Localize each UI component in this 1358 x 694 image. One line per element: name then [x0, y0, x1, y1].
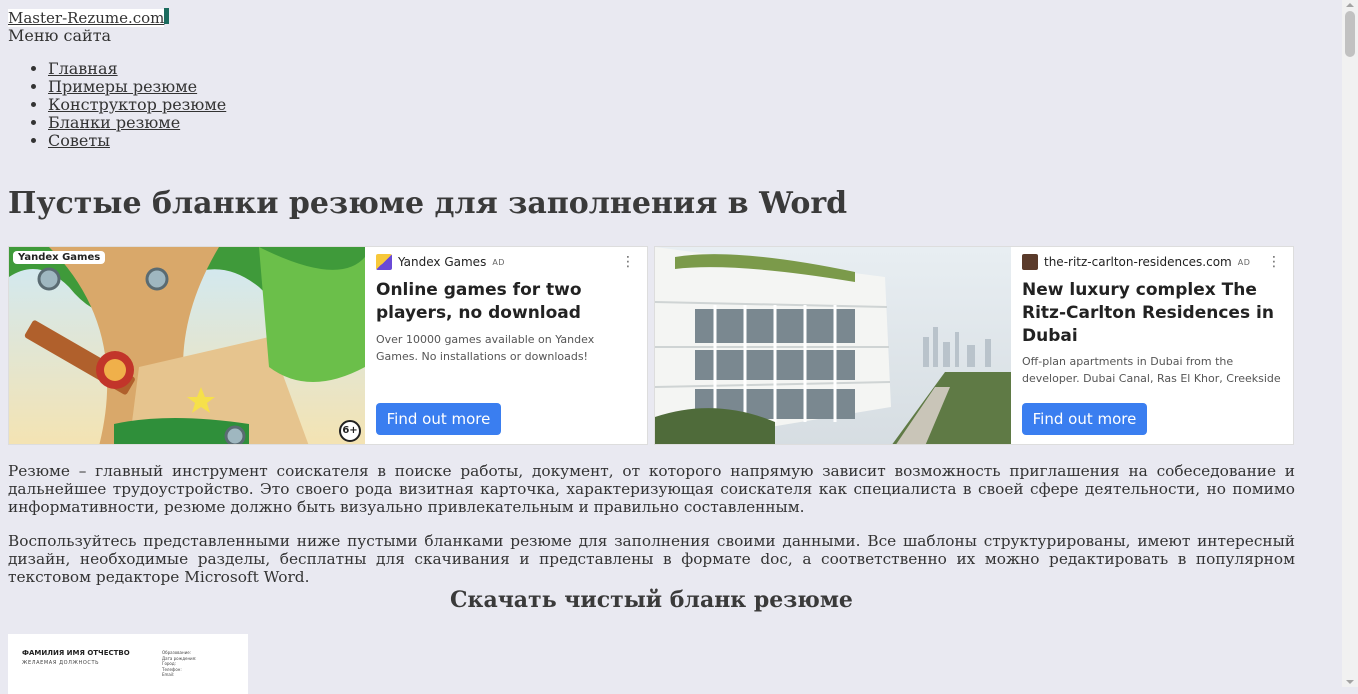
- intro-paragraph: Резюме – главный инструмент соискателя в…: [8, 462, 1295, 516]
- ad-label: AD: [1237, 257, 1251, 267]
- yandex-games-favicon-icon: [376, 254, 392, 270]
- find-out-more-button[interactable]: Find out more: [1022, 403, 1147, 435]
- ad-image-games[interactable]: Yandex Games 6+: [9, 247, 365, 444]
- ad-description: Over 10000 games available on Yandex Gam…: [376, 333, 595, 363]
- nav-item-examples: Примеры резюме: [48, 78, 226, 96]
- yandex-games-badge: Yandex Games: [13, 251, 106, 264]
- ad-headline[interactable]: New luxury complex The Ritz-Carlton Resi…: [1022, 279, 1282, 348]
- page-title: Пустые бланки резюме для заполнения в Wo…: [8, 186, 848, 221]
- find-out-more-button[interactable]: Find out more: [376, 403, 501, 435]
- nav-item-blanks: Бланки резюме: [48, 114, 226, 132]
- ad-source-name: the-ritz-carlton-residences.com: [1044, 255, 1232, 269]
- instructions-paragraph: Воспользуйтесь представленными ниже пуст…: [8, 532, 1295, 586]
- more-options-icon[interactable]: ⋮: [621, 255, 635, 269]
- nav-link-examples[interactable]: Примеры резюме: [48, 77, 197, 96]
- nav-link-builder[interactable]: Конструктор резюме: [48, 95, 226, 114]
- nav-item-tips: Советы: [48, 132, 226, 150]
- nav-item-builder: Конструктор резюме: [48, 96, 226, 114]
- ad-label: AD: [492, 257, 505, 267]
- site-logo-text[interactable]: Master-Rezume.com: [8, 9, 165, 27]
- main-nav: Главная Примеры резюме Конструктор резюм…: [48, 60, 226, 150]
- ad-headline[interactable]: Online games for two players, no downloa…: [376, 279, 636, 325]
- nav-link-tips[interactable]: Советы: [48, 131, 110, 150]
- scrollbar-thumb[interactable]: [1345, 11, 1355, 57]
- ad-source[interactable]: the-ritz-carlton-residences.com AD: [1022, 254, 1250, 270]
- page-scrollbar[interactable]: [1342, 0, 1358, 687]
- nav-item-home: Главная: [48, 60, 226, 78]
- preview-info: Образование: Дата рождения: Город: Телеф…: [162, 650, 196, 678]
- more-options-icon[interactable]: ⋮: [1267, 255, 1281, 269]
- preview-name: ФАМИЛИЯ ИМЯ ОТЧЕСТВО: [22, 649, 130, 657]
- ad-card-yandex-games[interactable]: Yandex Games 6+ Yandex Games AD ⋮ Online…: [8, 246, 648, 445]
- logo-mark-icon: [164, 8, 170, 24]
- ad-source-name: Yandex Games: [398, 255, 487, 269]
- nav-link-home[interactable]: Главная: [48, 59, 118, 78]
- ad-body: Yandex Games AD ⋮ Online games for two p…: [376, 247, 647, 444]
- age-rating-badge: 6+: [339, 420, 361, 442]
- ad-description: Off-plan apartments in Dubai from the de…: [1022, 355, 1281, 385]
- ad-source[interactable]: Yandex Games AD: [376, 254, 505, 270]
- preview-info-line: Email:: [162, 672, 175, 677]
- ritz-carlton-favicon-icon: [1022, 254, 1038, 270]
- ad-image-building[interactable]: [655, 247, 1011, 444]
- ad-body: the-ritz-carlton-residences.com AD ⋮ New…: [1022, 247, 1293, 444]
- section-heading: Скачать чистый бланк резюме: [450, 587, 853, 613]
- scroll-down-arrow-icon[interactable]: [1346, 680, 1354, 684]
- preview-position: ЖЕЛАЕМАЯ ДОЛЖНОСТЬ: [22, 660, 100, 666]
- menu-title: Меню сайта: [8, 26, 112, 45]
- nav-link-blanks[interactable]: Бланки резюме: [48, 113, 180, 132]
- ad-card-ritz-carlton[interactable]: the-ritz-carlton-residences.com AD ⋮ New…: [654, 246, 1294, 445]
- resume-template-preview[interactable]: ФАМИЛИЯ ИМЯ ОТЧЕСТВО ЖЕЛАЕМАЯ ДОЛЖНОСТЬ …: [8, 634, 248, 694]
- scroll-up-arrow-icon[interactable]: [1346, 3, 1354, 7]
- site-logo[interactable]: Master-Rezume.com: [8, 8, 170, 27]
